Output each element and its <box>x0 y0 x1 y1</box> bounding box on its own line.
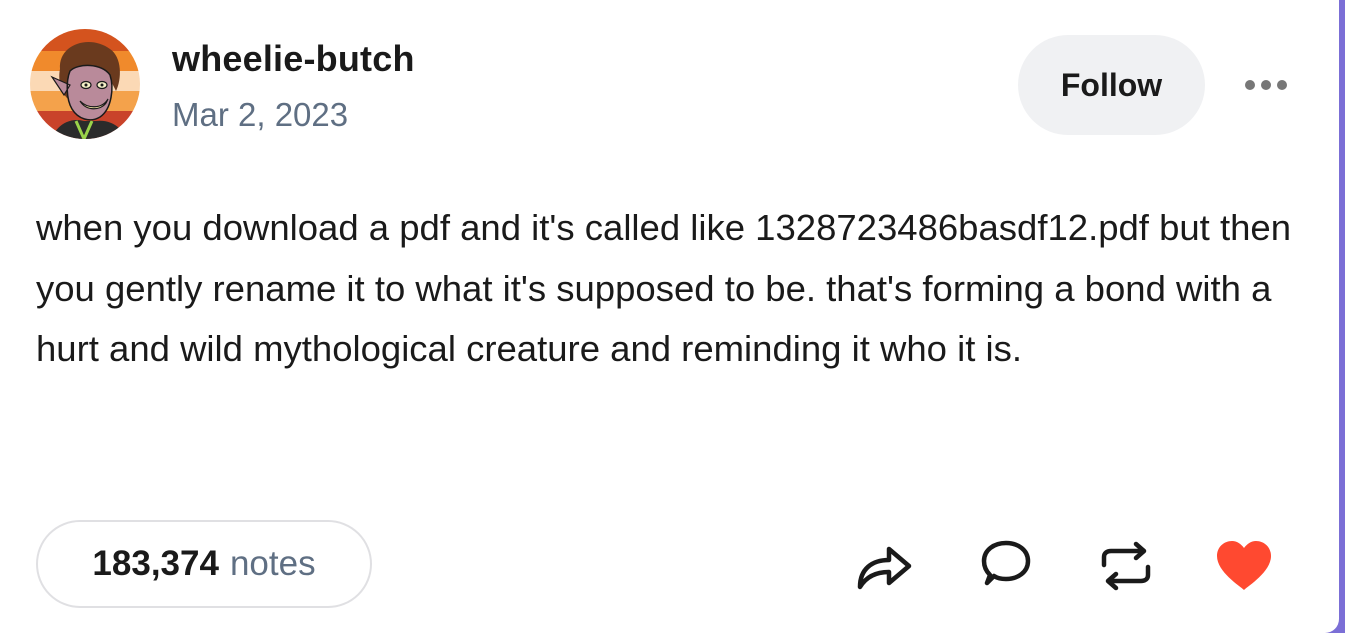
reply-icon <box>981 540 1031 586</box>
share-button[interactable] <box>855 536 915 596</box>
share-icon <box>857 546 912 590</box>
post-text: when you download a pdf and it's called … <box>36 207 1292 369</box>
notes-label: notes <box>229 544 316 583</box>
notes-button[interactable]: 183,374 notes <box>36 520 372 608</box>
notes-count: 183,374 <box>92 544 219 583</box>
avatar[interactable] <box>30 29 140 139</box>
post-date[interactable]: Mar 2, 2023 <box>172 96 348 134</box>
post-card: wheelie-butch Mar 2, 2023 Follow when yo… <box>0 0 1339 633</box>
like-button[interactable] <box>1214 536 1274 596</box>
reblog-button[interactable] <box>1096 536 1156 596</box>
follow-button[interactable]: Follow <box>1018 35 1205 135</box>
reply-button[interactable] <box>975 536 1035 596</box>
reblog-icon <box>1101 541 1151 591</box>
author-name[interactable]: wheelie-butch <box>172 38 415 80</box>
avatar-image <box>30 29 140 139</box>
heart-icon <box>1217 541 1271 590</box>
more-horizontal-icon <box>1245 80 1287 90</box>
more-options-button[interactable] <box>1236 70 1296 100</box>
